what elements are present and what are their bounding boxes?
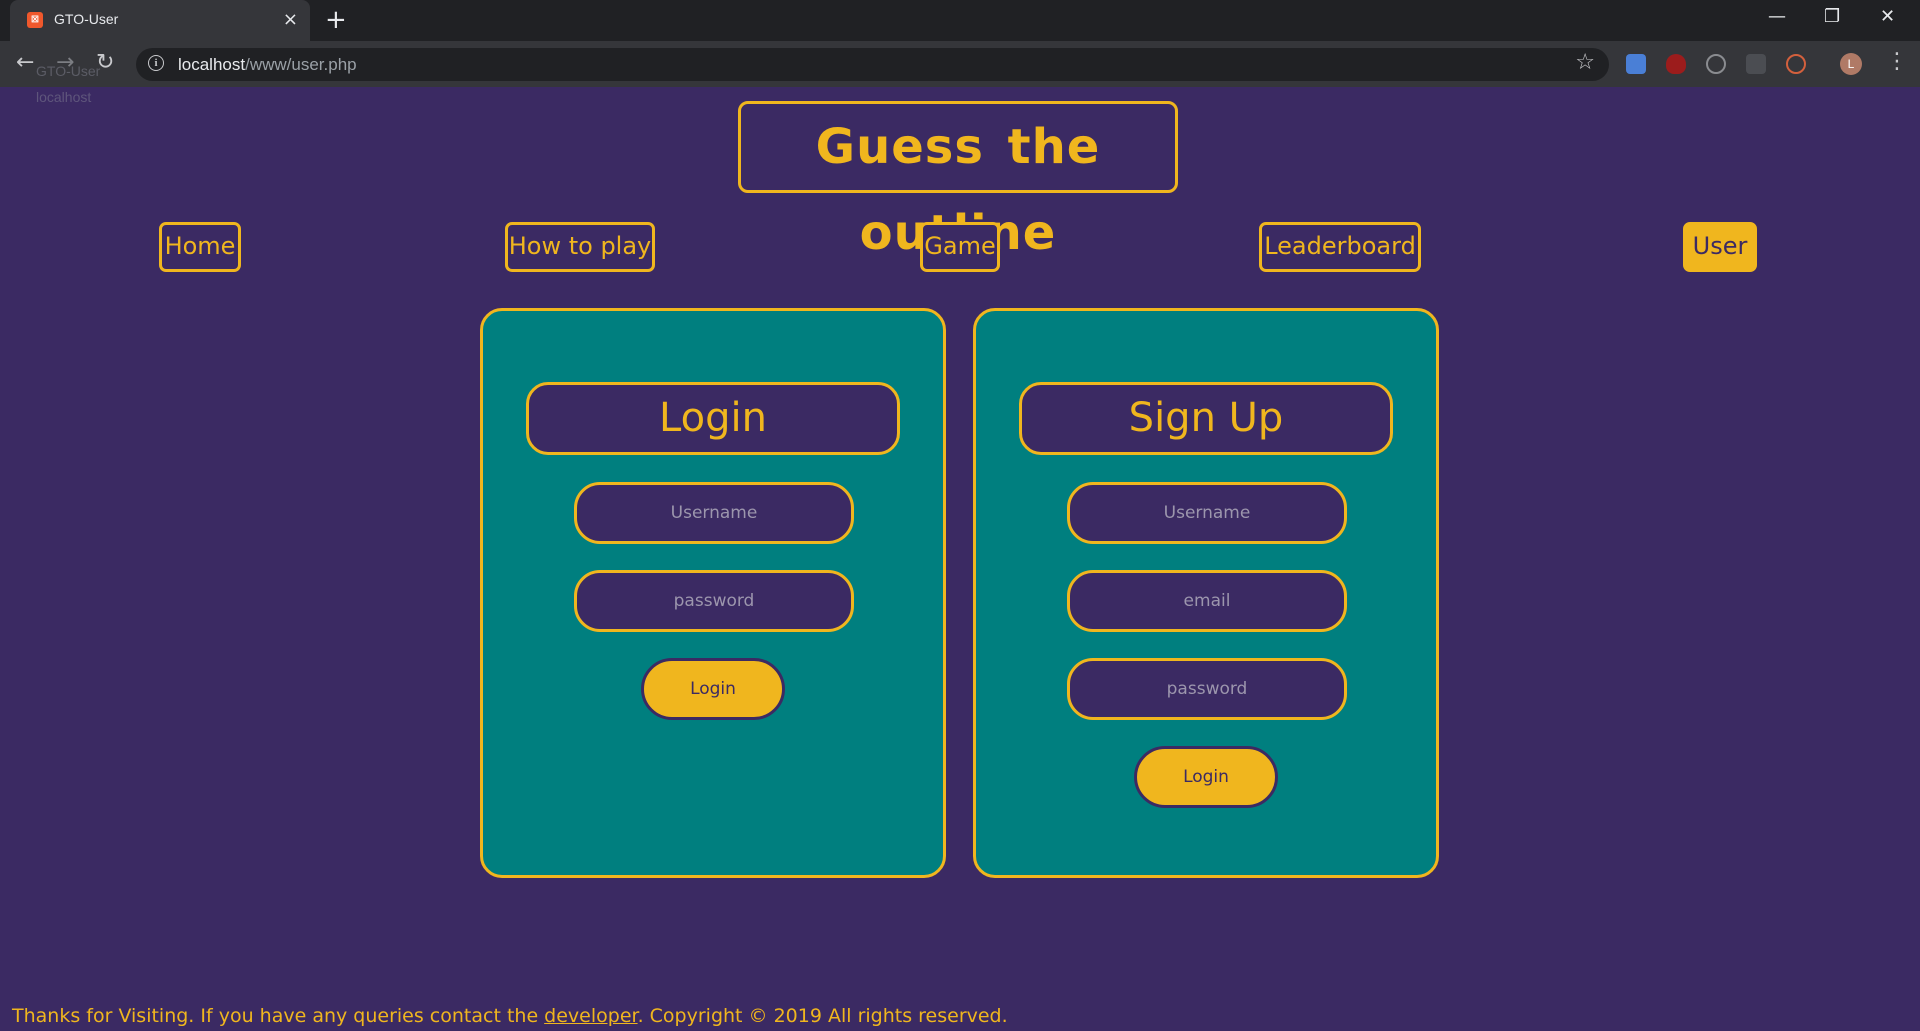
target-extension-icon[interactable] xyxy=(1706,54,1726,74)
profile-avatar[interactable]: L xyxy=(1840,53,1862,75)
nav-how-to-play[interactable]: How to play xyxy=(505,222,655,272)
signup-panel: Sign Up Login xyxy=(973,308,1439,878)
nav-home[interactable]: Home xyxy=(159,222,241,272)
login-password-input[interactable] xyxy=(574,570,854,632)
tab-title: GTO-User xyxy=(54,11,119,27)
browser-menu-icon[interactable]: ⋮ xyxy=(1886,49,1908,74)
footer-text-after: . Copyright © 2019 All rights reserved. xyxy=(637,1005,1008,1027)
translate-extension-icon[interactable] xyxy=(1626,54,1646,74)
info-icon[interactable]: i xyxy=(148,55,164,71)
tooltip-title: GTO-User xyxy=(36,63,101,79)
ublock-extension-icon[interactable] xyxy=(1666,54,1686,74)
address-bar[interactable]: i localhost/www/user.php ☆ xyxy=(136,48,1609,81)
tab-hover-tooltip: GTO-User localhost xyxy=(36,58,100,110)
url-path: /www/user.php xyxy=(245,55,357,74)
login-panel: Login Login xyxy=(480,308,946,878)
browser-tab-strip: ⊠ GTO-User × + — ❐ ✕ xyxy=(0,0,1920,41)
nav-user[interactable]: User xyxy=(1683,222,1757,272)
developer-link[interactable]: developer xyxy=(544,1005,637,1027)
extension-icon[interactable] xyxy=(1746,54,1766,74)
tooltip-host: localhost xyxy=(36,89,92,105)
browser-tab[interactable]: ⊠ GTO-User × xyxy=(10,0,310,41)
footer-text-before: Thanks for Visiting. If you have any que… xyxy=(12,1005,545,1027)
bookmark-star-icon[interactable]: ☆ xyxy=(1575,50,1595,75)
signup-heading: Sign Up xyxy=(1019,382,1393,455)
login-heading: Login xyxy=(526,382,900,455)
window-close-icon[interactable]: ✕ xyxy=(1880,6,1895,27)
minimize-icon[interactable]: — xyxy=(1768,6,1786,27)
footer: Thanks for Visiting. If you have any que… xyxy=(12,1005,1008,1027)
login-username-input[interactable] xyxy=(574,482,854,544)
close-tab-icon[interactable]: × xyxy=(283,9,298,30)
nav-game[interactable]: Game xyxy=(920,222,1000,272)
signup-password-input[interactable] xyxy=(1067,658,1347,720)
url-host: localhost xyxy=(178,55,246,74)
signup-submit-button[interactable]: Login xyxy=(1134,746,1278,808)
xampp-icon: ⊠ xyxy=(27,12,43,28)
back-icon[interactable]: ← xyxy=(16,50,34,75)
signup-email-input[interactable] xyxy=(1067,570,1347,632)
login-submit-button[interactable]: Login xyxy=(641,658,785,720)
site-title: Guess the outline xyxy=(738,101,1178,261)
eye-extension-icon[interactable] xyxy=(1786,54,1806,74)
new-tab-icon[interactable]: + xyxy=(325,5,347,35)
url-text: localhost/www/user.php xyxy=(178,55,357,75)
signup-username-input[interactable] xyxy=(1067,482,1347,544)
restore-icon[interactable]: ❐ xyxy=(1824,6,1840,27)
nav-leaderboard[interactable]: Leaderboard xyxy=(1259,222,1421,272)
browser-toolbar: ← → ↻ i localhost/www/user.php ☆ L ⋮ xyxy=(0,41,1920,87)
